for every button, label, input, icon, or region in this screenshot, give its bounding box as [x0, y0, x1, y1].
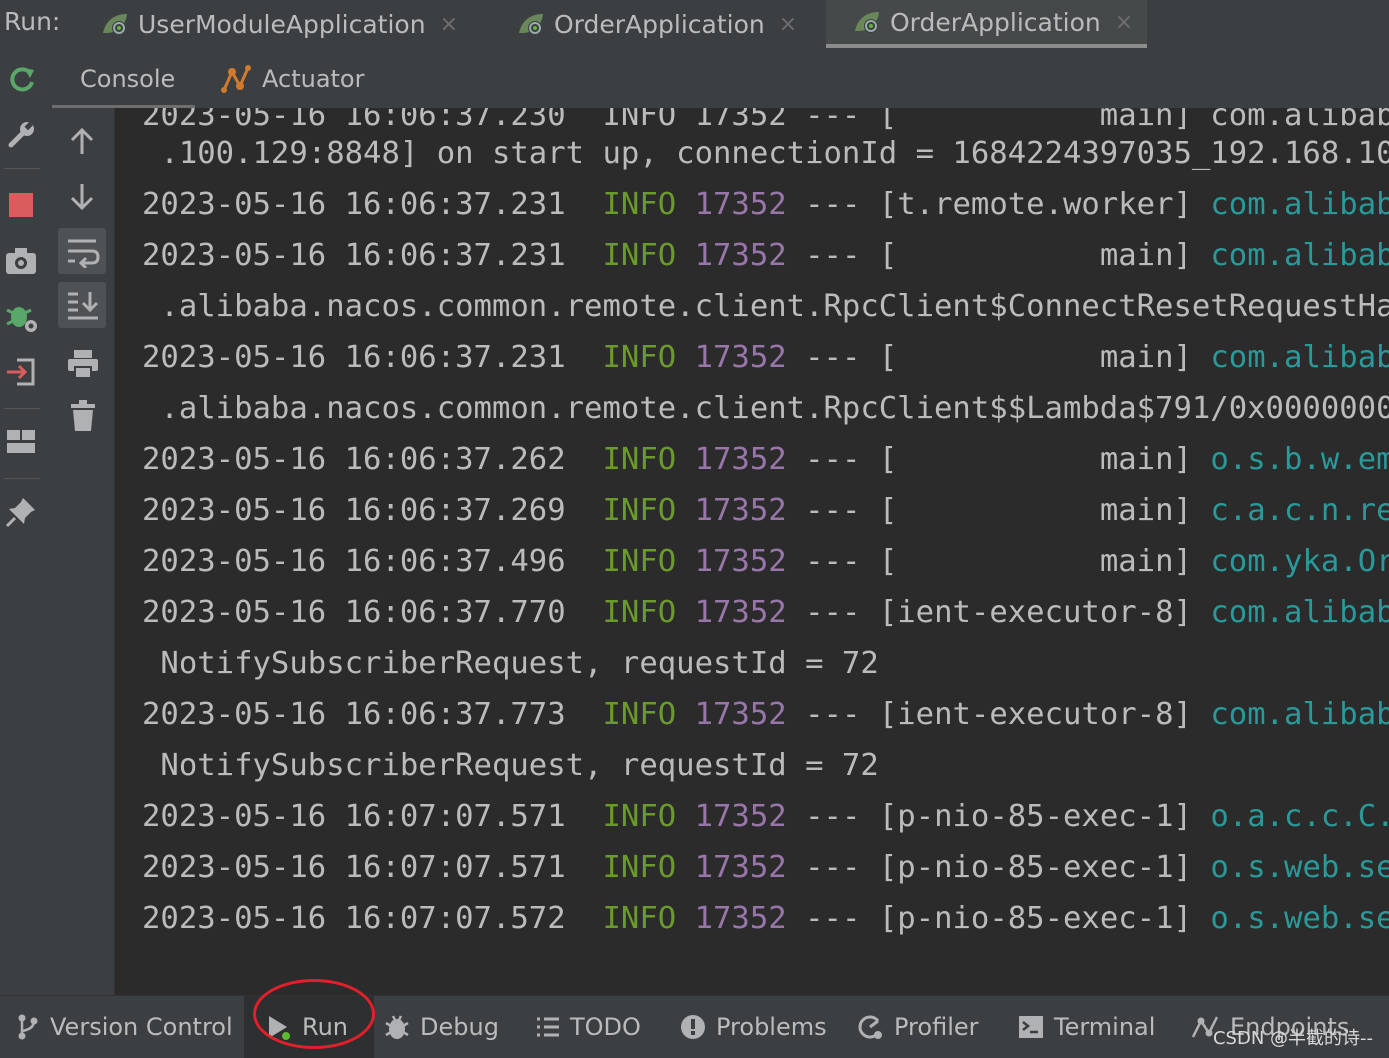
bottom-tool-bar: Version Control Run Debug TODO Problems … [0, 995, 1389, 1058]
spring-app-icon [100, 11, 130, 37]
profiler-icon [856, 1013, 884, 1041]
log-line: 2023-05-16 16:06:37.231 INFO 17352 --- [… [142, 187, 1389, 222]
run-label: Run: [4, 7, 61, 36]
list-icon [536, 1016, 560, 1038]
version-control-button[interactable]: Version Control [16, 996, 233, 1058]
watermark: CSDN @半截的诗-- [1212, 1028, 1373, 1049]
debug-settings-icon[interactable] [5, 300, 39, 334]
tab-user-module-application[interactable]: UserModuleApplication × [100, 0, 458, 48]
debug-label: Debug [420, 1013, 499, 1041]
arrow-down-icon[interactable] [68, 182, 96, 212]
scroll-to-end-icon[interactable] [66, 290, 100, 322]
tab-label: OrderApplication [890, 7, 1101, 37]
tab-label: Console [80, 64, 176, 93]
terminal-label: Terminal [1054, 1013, 1156, 1041]
console-tool-strip [52, 108, 115, 995]
log-continuation-line: .alibaba.nacos.common.remote.client.RpcC… [142, 391, 1389, 426]
log-line: 2023-05-16 16:07:07.571 INFO 17352 --- [… [142, 799, 1389, 834]
log-line: 2023-05-16 16:06:37.231 INFO 17352 --- [… [142, 340, 1389, 375]
terminal-button[interactable]: Terminal [1018, 996, 1155, 1058]
log-line: 2023-05-16 16:07:07.571 INFO 17352 --- [… [142, 850, 1389, 885]
close-icon[interactable]: × [1115, 10, 1133, 35]
tab-label: UserModuleApplication [138, 9, 426, 39]
alert-icon [680, 1014, 706, 1040]
tab-label: OrderApplication [554, 9, 765, 39]
stop-icon[interactable] [8, 192, 34, 218]
rerun-icon[interactable] [6, 64, 38, 96]
print-icon[interactable] [66, 348, 100, 380]
wrench-icon[interactable] [6, 118, 38, 150]
profiler-label: Profiler [894, 1013, 979, 1041]
debug-button[interactable]: Debug [384, 996, 499, 1058]
terminal-icon [1018, 1015, 1044, 1039]
soft-wrap-icon[interactable] [66, 236, 100, 268]
trash-icon[interactable] [70, 400, 96, 432]
spring-app-icon [852, 9, 882, 35]
tab-order-application-2[interactable]: OrderApplication × [826, 0, 1148, 48]
close-icon[interactable]: × [440, 12, 458, 37]
tab-label: Actuator [262, 65, 365, 93]
log-line: 2023-05-16 16:06:37.496 INFO 17352 --- [… [142, 544, 1389, 579]
run-tabs-bar: Run: UserModuleApplication × OrderApplic… [0, 0, 1389, 53]
log-line: 2023-05-16 16:06:37.269 INFO 17352 --- [… [142, 493, 1389, 528]
close-icon[interactable]: × [779, 12, 797, 37]
branch-icon [16, 1013, 40, 1041]
spring-app-icon [516, 11, 546, 37]
todo-label: TODO [570, 1013, 641, 1041]
tab-order-application-1[interactable]: OrderApplication × [516, 0, 797, 48]
arrow-up-icon[interactable] [68, 126, 96, 156]
log-continuation-line: .100.129:8848] on start up, connectionId… [142, 136, 1389, 171]
log-line: 2023-05-16 16:06:37.770 INFO 17352 --- [… [142, 595, 1389, 630]
tab-actuator[interactable]: Actuator [220, 52, 364, 106]
bug-icon [384, 1013, 410, 1041]
tab-console[interactable]: Console [52, 52, 196, 108]
console-output[interactable]: 2023-05-16 16:06:37.230 INFO 17352 --- [… [115, 108, 1389, 995]
log-line: 2023-05-16 16:06:37.231 INFO 17352 --- [… [142, 238, 1389, 273]
log-line: 2023-05-16 16:07:07.572 INFO 17352 --- [… [142, 901, 1389, 936]
login-icon[interactable] [5, 356, 37, 388]
version-control-label: Version Control [50, 1013, 233, 1041]
layout-icon[interactable] [5, 428, 37, 456]
log-line: 2023-05-16 16:06:37.773 INFO 17352 --- [… [142, 697, 1389, 732]
log-continuation-line: NotifySubscriberRequest, requestId = 72 [142, 748, 879, 783]
left-tool-strip [0, 52, 45, 995]
highlight-circle [253, 979, 375, 1049]
log-continuation-line: NotifySubscriberRequest, requestId = 72 [142, 646, 879, 681]
problems-label: Problems [716, 1013, 827, 1041]
todo-button[interactable]: TODO [536, 996, 641, 1058]
sub-tab-bar: Console Actuator [52, 52, 1389, 109]
log-continuation-line: .alibaba.nacos.common.remote.client.RpcC… [142, 289, 1389, 324]
log-line: 2023-05-16 16:06:37.262 INFO 17352 --- [… [142, 442, 1389, 477]
camera-icon[interactable] [5, 246, 37, 276]
pin-icon[interactable] [5, 496, 37, 528]
problems-button[interactable]: Problems [680, 996, 827, 1058]
profiler-button[interactable]: Profiler [856, 996, 979, 1058]
actuator-icon [220, 64, 254, 94]
